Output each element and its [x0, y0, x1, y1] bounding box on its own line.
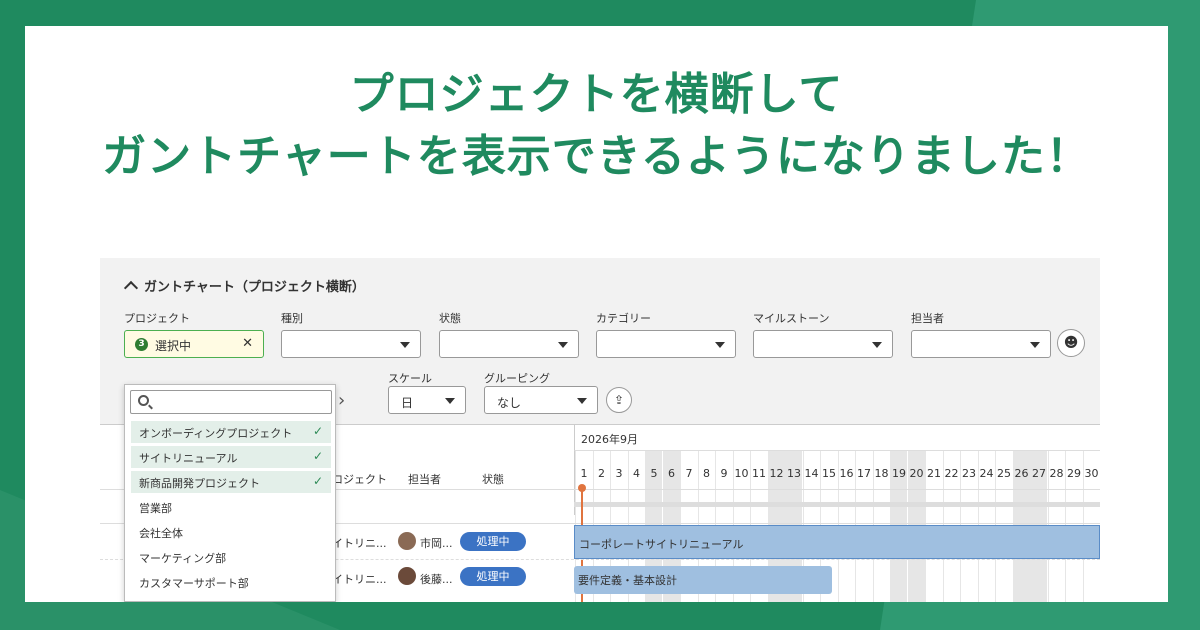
chevron-up-icon[interactable] — [123, 280, 139, 296]
row-project: イトリニ... — [332, 573, 387, 586]
grouping-value: なし — [497, 396, 522, 410]
dropdown-arrow-icon — [1030, 342, 1040, 348]
search-input[interactable] — [130, 390, 332, 414]
gantt-bar[interactable]: 要件定義・基本設計 — [574, 566, 832, 594]
gantt-bar[interactable]: コーポレートサイトリニューアル — [574, 525, 1100, 559]
type-label: 種別 — [281, 312, 303, 325]
chevron-right-icon[interactable]: › — [338, 390, 345, 411]
dropdown-arrow-icon — [558, 342, 568, 348]
export-icon: ⇪ — [613, 393, 625, 407]
check-icon: ✓ — [312, 474, 323, 488]
headline-line1: プロジェクトを横断して — [349, 69, 844, 120]
column-header-assignee: 担当者 — [408, 473, 441, 486]
clear-icon[interactable]: ✕ — [242, 336, 253, 351]
dropdown-option-label: 営業部 — [139, 502, 172, 515]
category-label: カテゴリー — [596, 312, 651, 325]
dropdown-arrow-icon — [577, 398, 587, 404]
milestone-label: マイルストーン — [753, 312, 830, 325]
milestone-select[interactable] — [753, 330, 893, 358]
check-icon: ✓ — [312, 424, 323, 438]
dropdown-option-label: サイトリニューアル — [139, 452, 238, 465]
project-select[interactable]: 3 選択中 ✕ — [124, 330, 264, 358]
row-assignee: 市岡... — [420, 537, 453, 550]
row-assignee: 後藤... — [420, 573, 453, 586]
search-icon — [138, 395, 149, 406]
project-select-value: 選択中 — [155, 339, 192, 353]
dropdown-option[interactable]: オンボーディングプロジェクト ✓ — [131, 421, 331, 443]
dropdown-option[interactable]: サイトリニューアル ✓ — [131, 446, 331, 468]
headline: プロジェクトを横断して ガントチャートを表示できるようになりました！ — [25, 64, 1168, 188]
section-header[interactable]: ガントチャート（プロジェクト横断） — [123, 276, 365, 296]
type-select[interactable] — [281, 330, 421, 358]
status-badge: 処理中 — [460, 532, 526, 551]
dropdown-option-label: マーケティング部 — [139, 552, 227, 565]
assign-me-button[interactable]: ☻ — [1057, 329, 1085, 357]
section-title: ガントチャート（プロジェクト横断） — [144, 280, 365, 295]
dropdown-arrow-icon — [715, 342, 725, 348]
dropdown-option[interactable]: 会社全体 — [131, 521, 331, 543]
dropdown-option[interactable]: マーケティング部 — [131, 546, 331, 568]
summary-band — [574, 502, 1100, 507]
dropdown-option[interactable]: 営業部 — [131, 496, 331, 518]
user-icon: ☻ — [1063, 335, 1079, 351]
category-select[interactable] — [596, 330, 736, 358]
selected-count-badge: 3 — [135, 338, 148, 351]
avatar — [398, 567, 416, 585]
dropdown-option-label: オンボーディングプロジェクト — [139, 427, 293, 440]
dropdown-option-label: 会社全体 — [139, 527, 183, 540]
row-project: イトリニ... — [332, 537, 387, 550]
export-button[interactable]: ⇪ — [606, 387, 632, 413]
gantt-month: 2026年9月 — [574, 425, 1100, 451]
check-icon: ✓ — [312, 449, 323, 463]
column-header-project: ロジェクト — [332, 473, 387, 486]
status-label: 状態 — [439, 312, 461, 325]
headline-line2: ガントチャートを表示できるようになりました！ — [102, 131, 1091, 182]
status-select[interactable] — [439, 330, 579, 358]
dropdown-arrow-icon — [872, 342, 882, 348]
scale-label: スケール — [388, 372, 432, 385]
dropdown-option[interactable]: 新商品開発プロジェクト ✓ — [131, 471, 331, 493]
project-label: プロジェクト — [124, 312, 190, 325]
dropdown-option[interactable]: カスタマーサポート部 — [131, 571, 331, 593]
banner-card: プロジェクトを横断して ガントチャートを表示できるようになりました！ ガントチャ… — [25, 26, 1168, 602]
grouping-label: グルーピング — [484, 372, 550, 385]
column-header-status: 状態 — [482, 473, 504, 486]
scale-select[interactable]: 日 — [388, 386, 466, 414]
assignee-select[interactable] — [911, 330, 1051, 358]
dropdown-option-label: 新商品開発プロジェクト — [139, 477, 260, 490]
scale-value: 日 — [401, 396, 414, 410]
grouping-select[interactable]: なし — [484, 386, 598, 414]
status-badge: 処理中 — [460, 567, 526, 586]
project-dropdown: オンボーディングプロジェクト ✓ サイトリニューアル ✓ 新商品開発プロジェクト ✓ 営業部… — [124, 384, 336, 602]
dropdown-arrow-icon — [445, 398, 455, 404]
assignee-label: 担当者 — [911, 312, 944, 325]
gantt-panel: ガントチャート（プロジェクト横断） プロジェクト 種別 状態 カテゴリー マイル… — [100, 258, 1100, 602]
dropdown-arrow-icon — [400, 342, 410, 348]
avatar — [398, 532, 416, 550]
dropdown-option-label: カスタマーサポート部 — [139, 577, 249, 590]
